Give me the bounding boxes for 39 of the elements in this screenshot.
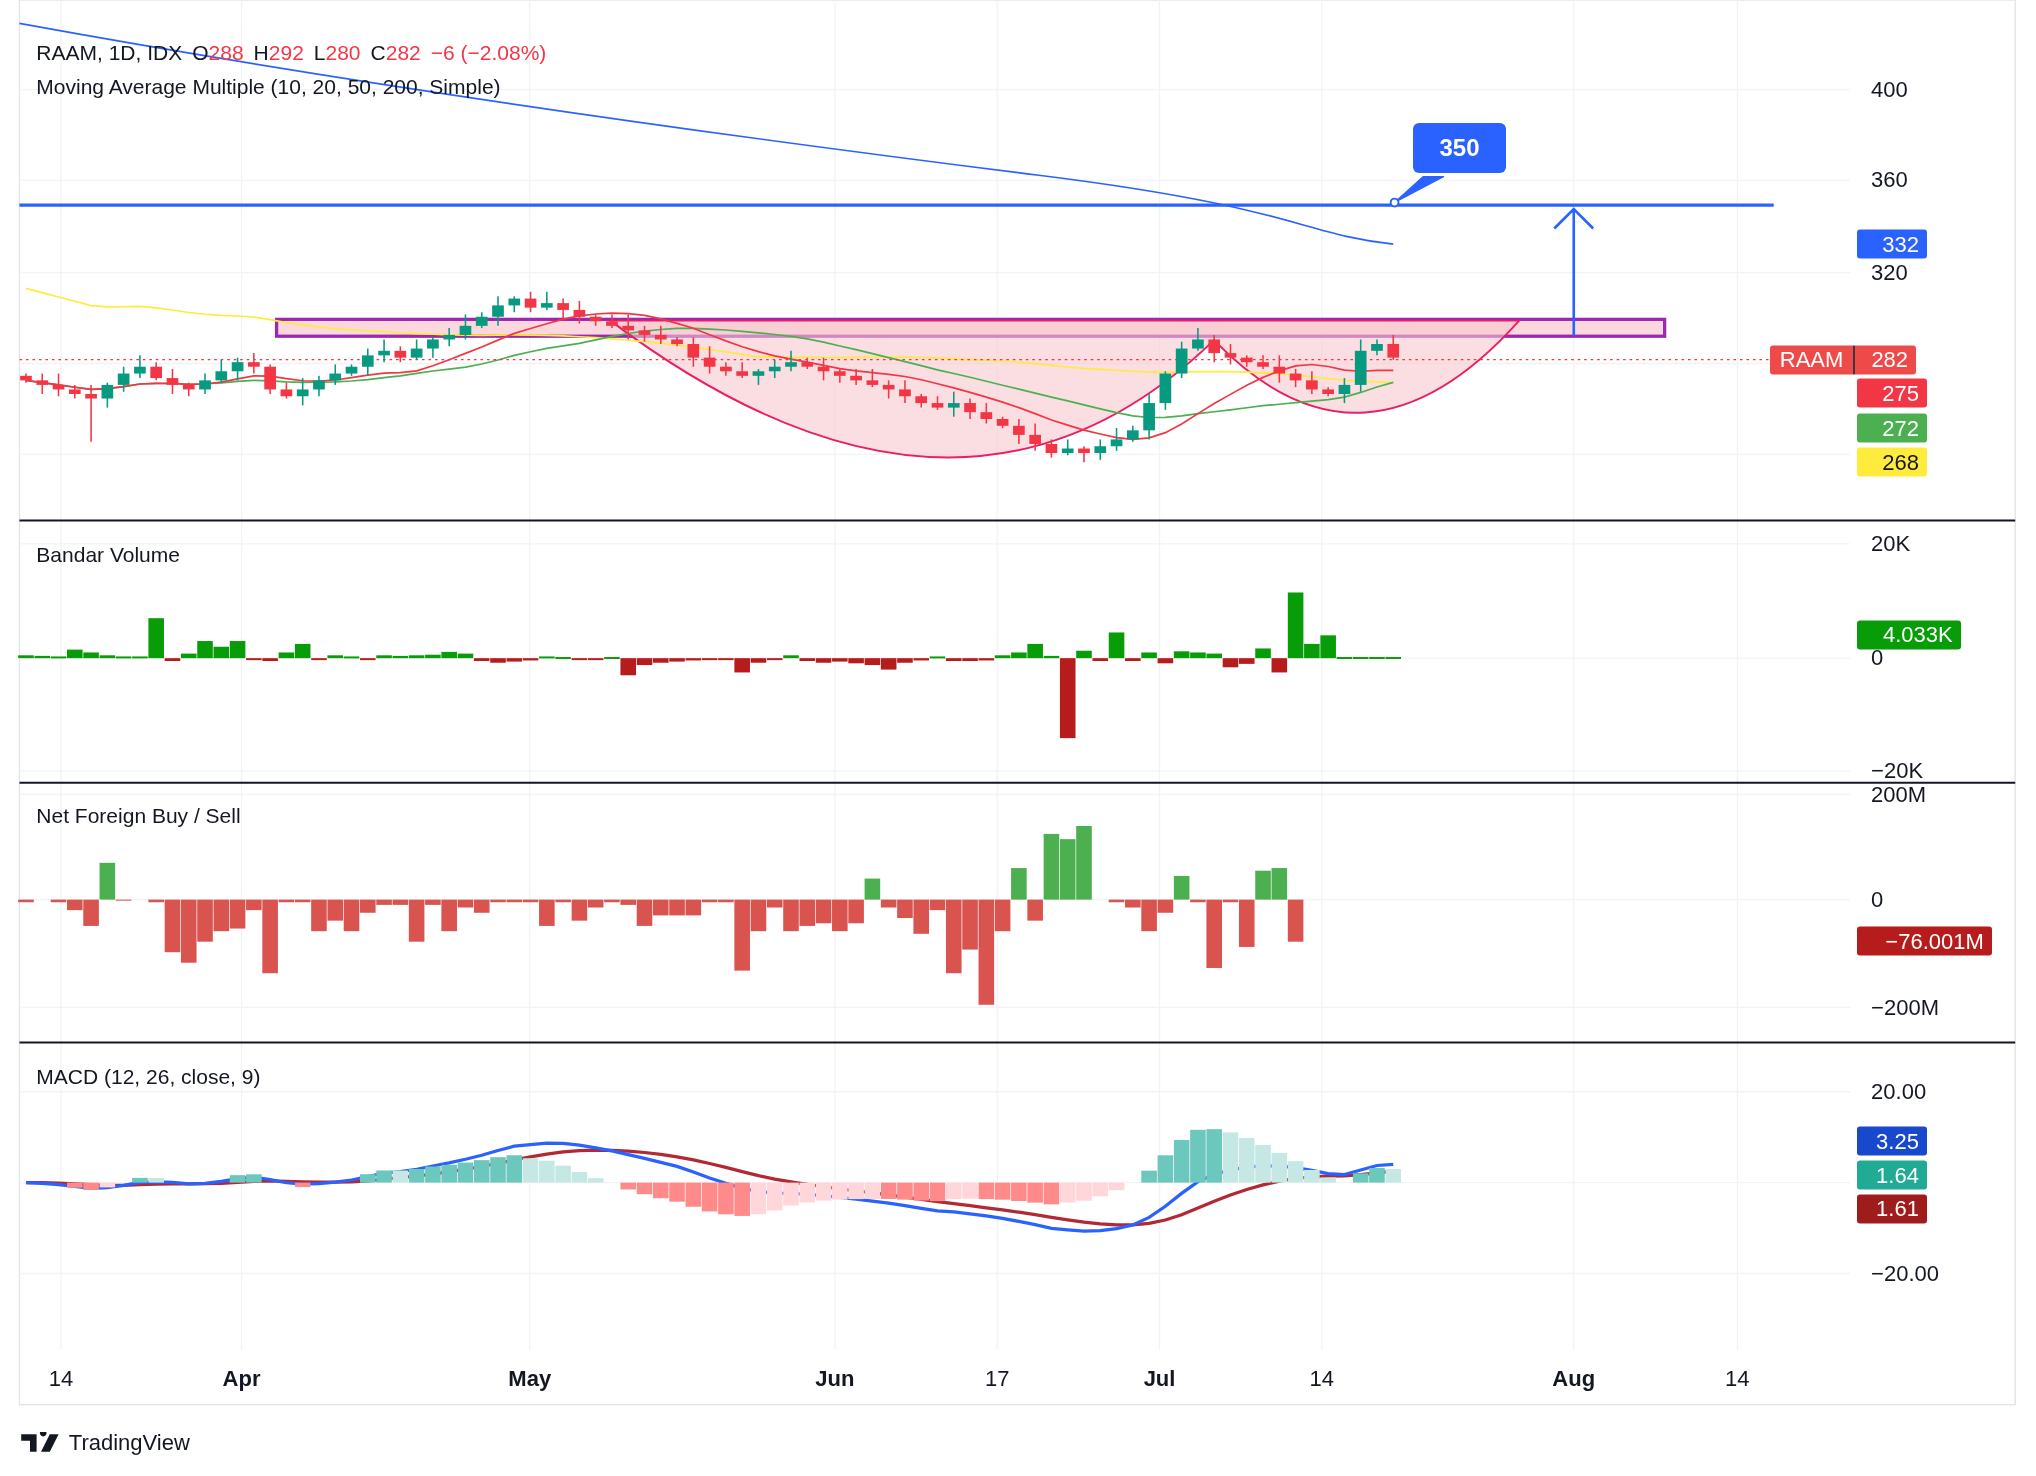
- axis-label: 20K: [1871, 533, 1911, 556]
- value-tag: 3.25: [1856, 1126, 1927, 1156]
- axis-label: −20K: [1871, 760, 1924, 783]
- ohlc-value: H292: [253, 41, 304, 63]
- price-tag: 275: [1856, 378, 1927, 408]
- axis-label: 360: [1871, 169, 1908, 192]
- axis-label: 0: [1871, 888, 1884, 911]
- pane-title: MACD (12, 26, close, 9): [36, 1065, 261, 1087]
- ohlc-value: L280: [313, 41, 361, 63]
- price-tag: 272: [1856, 414, 1927, 443]
- pane-title: Net Foreign Buy / Sell: [36, 804, 241, 826]
- brand-name: TradingView: [68, 1431, 190, 1454]
- price-tag: 332: [1856, 229, 1927, 259]
- value-tag: 4.033K: [1856, 620, 1961, 650]
- axis-label: 20.00: [1871, 1081, 1927, 1103]
- axis-label: −20.00: [1871, 1262, 1939, 1285]
- time-axis-label: 14: [1725, 1367, 1750, 1390]
- axis-label: 200M: [1871, 783, 1927, 806]
- pane-title: Bandar Volume: [36, 543, 180, 565]
- time-axis-label: Aug: [1552, 1367, 1596, 1390]
- value-tag: −76.001M: [1856, 926, 1992, 956]
- symbol-price-tag: RAAM 282: [1769, 345, 1917, 375]
- time-axis-label: Apr: [222, 1367, 261, 1390]
- time-axis-label: May: [508, 1367, 552, 1390]
- axis-label: 0: [1871, 647, 1884, 670]
- value-tag: 1.64: [1856, 1160, 1927, 1190]
- time-axis-label: 14: [1309, 1367, 1335, 1390]
- time-axis-label: Jul: [1143, 1367, 1176, 1390]
- axis-label: −200M: [1871, 996, 1939, 1019]
- value-tag: 1.61: [1856, 1194, 1927, 1224]
- price-tag: 268: [1856, 447, 1927, 477]
- ohlc-value: C282: [370, 41, 421, 63]
- time-axis-label: 17: [985, 1367, 1010, 1390]
- time-axis-label: Jun: [815, 1367, 855, 1390]
- axis-label: 320: [1871, 261, 1908, 284]
- target-price-label: 350: [1412, 123, 1507, 173]
- time-axis-label: 14: [48, 1367, 74, 1390]
- axis-label: 400: [1871, 78, 1908, 101]
- price-change: −6 (−2.08%): [430, 41, 547, 63]
